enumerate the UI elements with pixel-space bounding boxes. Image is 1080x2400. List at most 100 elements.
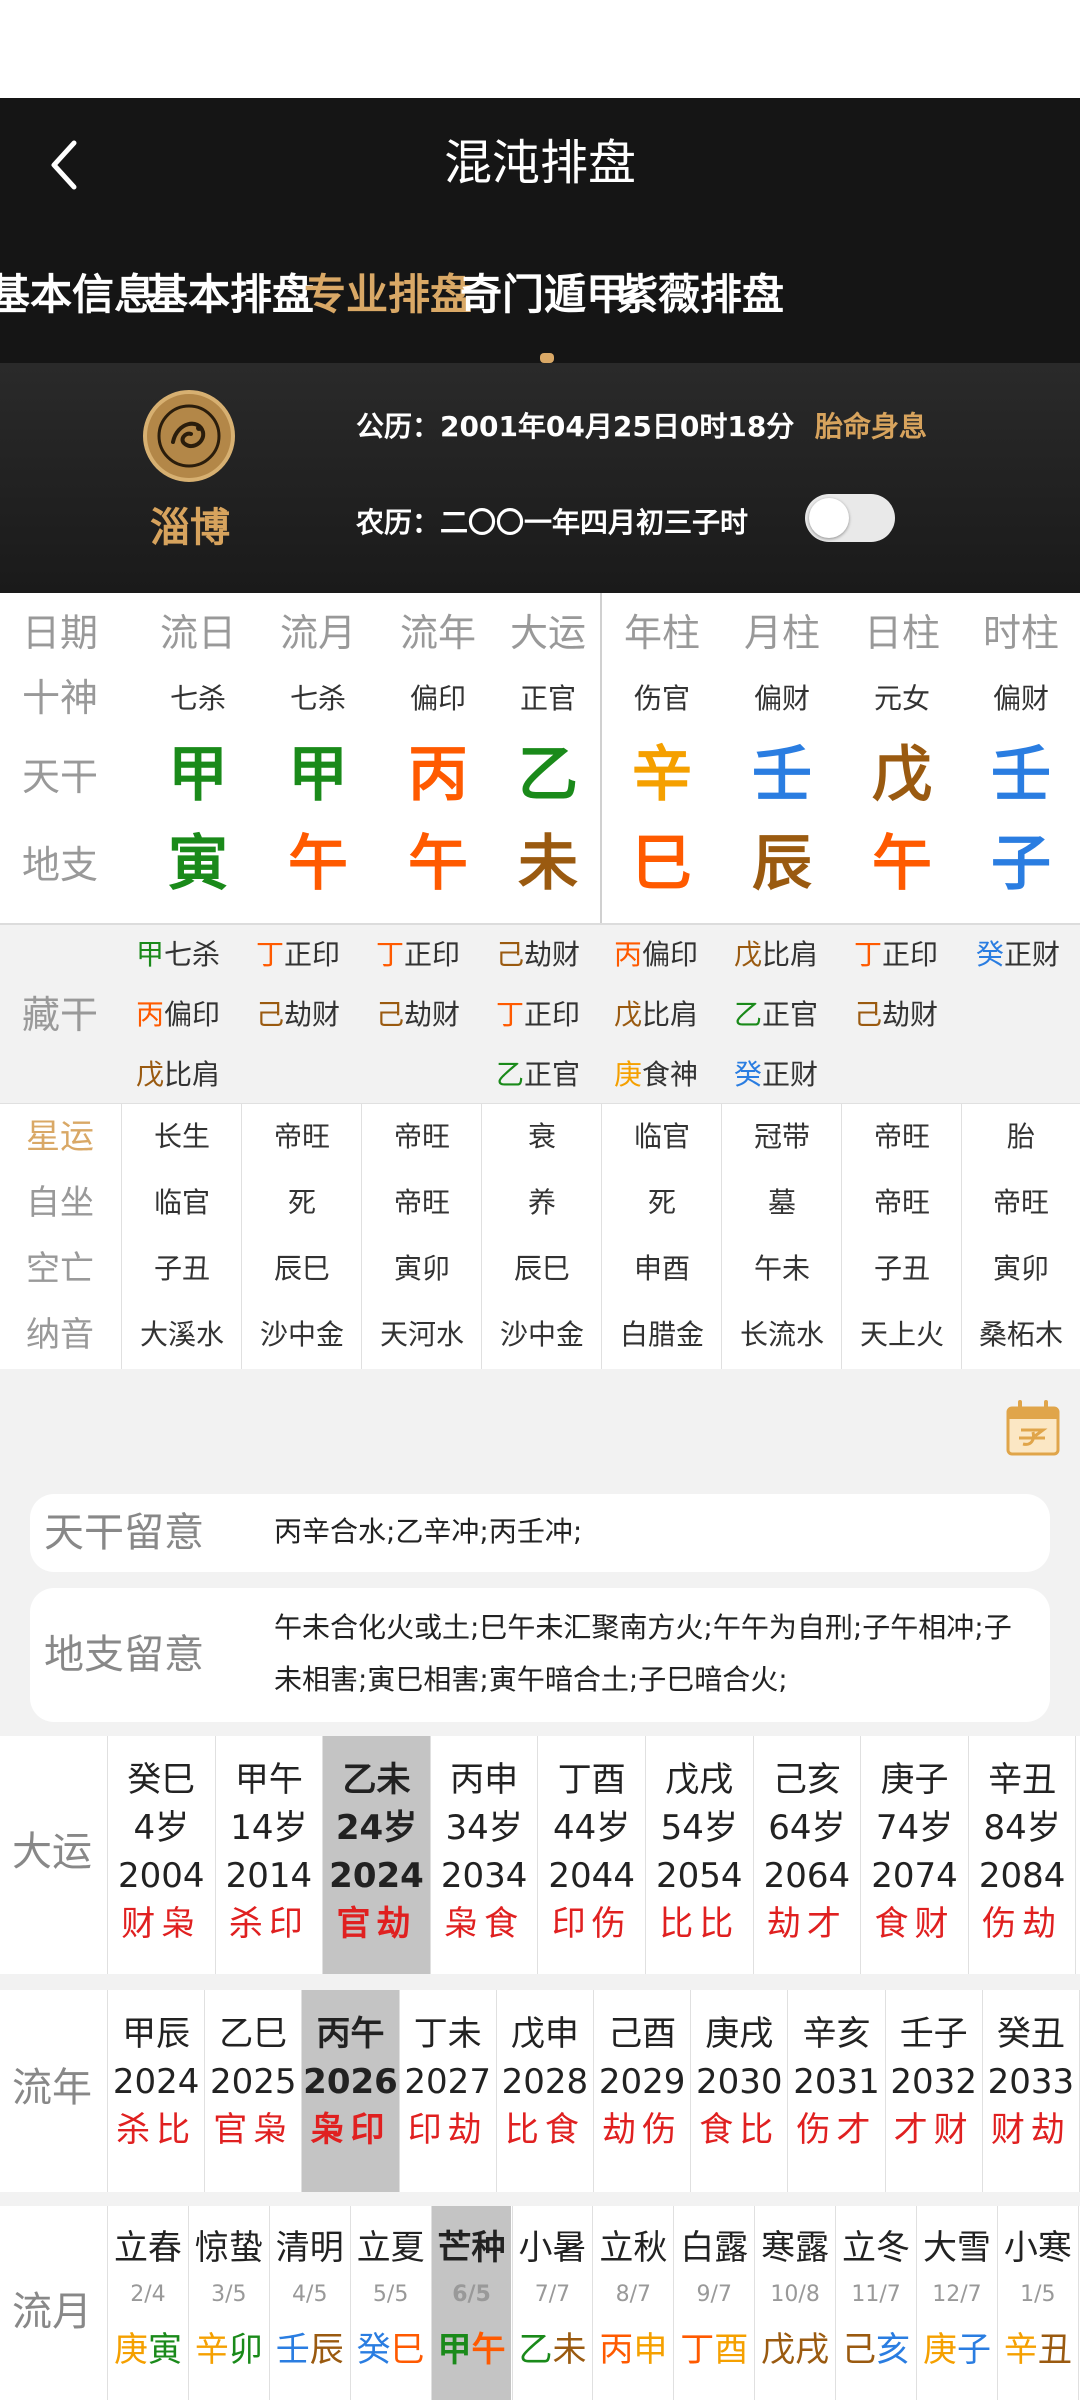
solar-term-date: 4/5 [292, 2282, 328, 2307]
tab-4[interactable]: 奇门遁甲 [460, 255, 628, 335]
earthly-branch: 午 [288, 829, 348, 899]
hidden-stem-god: 劫财 [882, 998, 939, 1031]
calendar-toggle[interactable] [805, 494, 895, 542]
fate-cell: 帝旺 [873, 1120, 930, 1153]
tab-1[interactable]: 基本信息 [0, 255, 156, 335]
month-branch: 丑 [1037, 2330, 1072, 2370]
fate-cell: 长生 [153, 1120, 210, 1153]
dayun-gz: 戊戌 [665, 1760, 734, 1800]
liunian-gods: 财劫 [990, 2110, 1071, 2150]
liunian-item[interactable]: 癸丑 2033 财劫 [983, 1990, 1079, 2192]
fate-cell: 临官 [153, 1186, 210, 1219]
calendar-icon[interactable] [1005, 1400, 1061, 1458]
ten-god: 伤官 [633, 682, 690, 715]
hidden-stem-entry: 乙正官 [496, 1045, 580, 1105]
liunian-item[interactable]: 辛亥 2031 伤才 [788, 1990, 884, 2192]
tab-2[interactable]: 基本排盘 [146, 255, 314, 335]
liunian-item[interactable]: 壬子 2032 才财 [886, 1990, 982, 2192]
liuyue-item[interactable]: 小暑 7/7 乙未 [513, 2206, 593, 2400]
month-stem: 庚 [113, 2330, 148, 2370]
solar-term-date: 5/5 [372, 2282, 409, 2307]
ten-god: 七杀 [289, 682, 346, 715]
month-stem: 辛 [194, 2330, 229, 2370]
liunian-item[interactable]: 丁未 2027 印劫 [400, 1990, 496, 2192]
dayun-gods: 杀印 [228, 1904, 309, 1944]
month-stem: 己 [842, 2330, 877, 2370]
dayun-year: 2014 [225, 1856, 313, 1896]
liuyue-item[interactable]: 立春 2/4 庚寅 [108, 2206, 188, 2400]
lunar-date: 农历：二〇〇一年四月初三子时 [356, 506, 749, 539]
hidden-stem-entry: 丁正印 [376, 925, 460, 985]
dayun-item[interactable]: 己亥 64岁 2064 劫才 [754, 1736, 861, 1974]
branch-notes-card: 地支留意 午未合化火或土;巳午未汇聚南方火;午午为自刑;子午相冲;子未相害;寅巳… [30, 1588, 1050, 1722]
fetus-life-link[interactable]: 胎命身息 [815, 405, 927, 449]
dayun-item[interactable]: 庚子 74岁 2074 食财 [861, 1736, 968, 1974]
ten-god: 偏财 [753, 682, 810, 715]
liuyue-item[interactable]: 立冬 11/7 己亥 [836, 2206, 916, 2400]
liunian-item[interactable]: 庚戌 2030 食比 [691, 1990, 787, 2192]
solar-term-date: 8/7 [615, 2282, 652, 2307]
dayun-gz: 辛丑 [988, 1760, 1057, 1800]
fate-cell: 天上火 [859, 1318, 944, 1351]
liuyue-item[interactable]: 立夏 5/5 癸巳 [351, 2206, 431, 2400]
liuyue-item[interactable]: 小寒 1/5 辛丑 [998, 2206, 1078, 2400]
solar-term: 立夏 [356, 2228, 425, 2268]
dayun-item[interactable]: 戊戌 54岁 2054 比比 [646, 1736, 753, 1974]
dayun-gods: 劫才 [766, 1904, 847, 1944]
liuyue-item[interactable]: 大雪 12/7 庚子 [917, 2206, 997, 2400]
liunian-gz: 辛亥 [802, 2014, 871, 2054]
hidden-stem-god: 食神 [642, 1058, 699, 1091]
tab-5[interactable]: 紫薇排盘 [616, 255, 784, 335]
liunian-year: 2029 [598, 2062, 686, 2102]
dayun-item[interactable]: 丁酉 44岁 2044 印伤 [538, 1736, 645, 1974]
heavenly-stem: 壬 [991, 740, 1051, 810]
solar-term: 大雪 [922, 2228, 991, 2268]
liunian-item[interactable]: 甲辰 2024 杀比 [108, 1990, 204, 2192]
dayun-age: 34岁 [445, 1808, 523, 1848]
dayun-item[interactable]: 丙申 34岁 2034 枭食 [431, 1736, 538, 1974]
liunian-item[interactable]: 乙巳 2025 官枭 [205, 1990, 301, 2192]
tab-3[interactable]: 专业排盘 [304, 255, 472, 335]
liuyue-item[interactable]: 白露 9/7 丁酉 [674, 2206, 754, 2400]
dayun-year: 2074 [871, 1856, 958, 1896]
dayun-gz: 庚子 [880, 1760, 949, 1800]
liunian-gods: 劫伤 [602, 2110, 683, 2150]
dayun-item[interactable]: 癸巳 4岁 2004 财枭 [108, 1736, 215, 1974]
month-stem: 戊 [761, 2330, 796, 2370]
hidden-stem-entry: 乙正官 [734, 985, 818, 1045]
row-label: 天干 [21, 755, 98, 799]
ten-god: 七杀 [169, 682, 226, 715]
liuyue-item[interactable]: 清明 4/5 壬辰 [270, 2206, 350, 2400]
hidden-stem: 丁 [496, 998, 525, 1031]
fate-cell: 大溪水 [139, 1318, 224, 1351]
dayun-item[interactable]: 辛丑 84岁 2084 伤劫 [969, 1736, 1076, 1974]
liunian-gz: 戊申 [510, 2014, 579, 2054]
dayun-age: 44岁 [553, 1808, 631, 1848]
dayun-item[interactable]: 乙未 24岁 2024 官劫 [323, 1736, 430, 1974]
liuyue-item[interactable]: 芒种 6/5 甲午 [431, 2206, 512, 2400]
fate-cell: 申酉 [633, 1252, 690, 1285]
hidden-stem: 丁 [256, 938, 285, 971]
fate-cell: 衰 [527, 1120, 556, 1153]
month-pillar: 甲午 [432, 2326, 512, 2374]
status-bar [0, 0, 1080, 98]
liunian-item[interactable]: 戊申 2028 比食 [497, 1990, 593, 2192]
liunian-item[interactable]: 丙午 2026 枭印 [302, 1990, 399, 2192]
solar-term: 惊蛰 [194, 2228, 263, 2268]
dayun-age: 84岁 [983, 1808, 1061, 1848]
liuyue-item[interactable]: 寒露 10/8 戊戌 [755, 2206, 835, 2400]
heavenly-stem: 丙 [408, 740, 468, 810]
solar-term-date: 7/7 [534, 2282, 571, 2307]
dayun-age: 4岁 [133, 1808, 190, 1848]
dayun-item[interactable]: 甲午 14岁 2014 杀印 [216, 1736, 323, 1974]
toggle-knob[interactable] [809, 498, 849, 538]
earthly-branch: 午 [872, 829, 932, 899]
liunian-item[interactable]: 己酉 2029 劫伤 [594, 1990, 690, 2192]
hidden-stem-entry: 庚食神 [614, 1045, 698, 1105]
liuyue-item[interactable]: 立秋 8/7 丙申 [593, 2206, 673, 2400]
hidden-stems-section: 藏干 甲七杀 丙偏印 戊比肩 丁正印 己劫财 丁正印 己劫财 己劫财 丁正印 乙正官 丙偏印 戊比肩 庚食… [0, 923, 1080, 1105]
fate-cell: 帝旺 [992, 1186, 1049, 1219]
column-header: 日期 [21, 611, 98, 655]
hidden-stem-entry: 丙偏印 [136, 985, 220, 1045]
liuyue-item[interactable]: 惊蛰 3/5 辛卯 [189, 2206, 269, 2400]
